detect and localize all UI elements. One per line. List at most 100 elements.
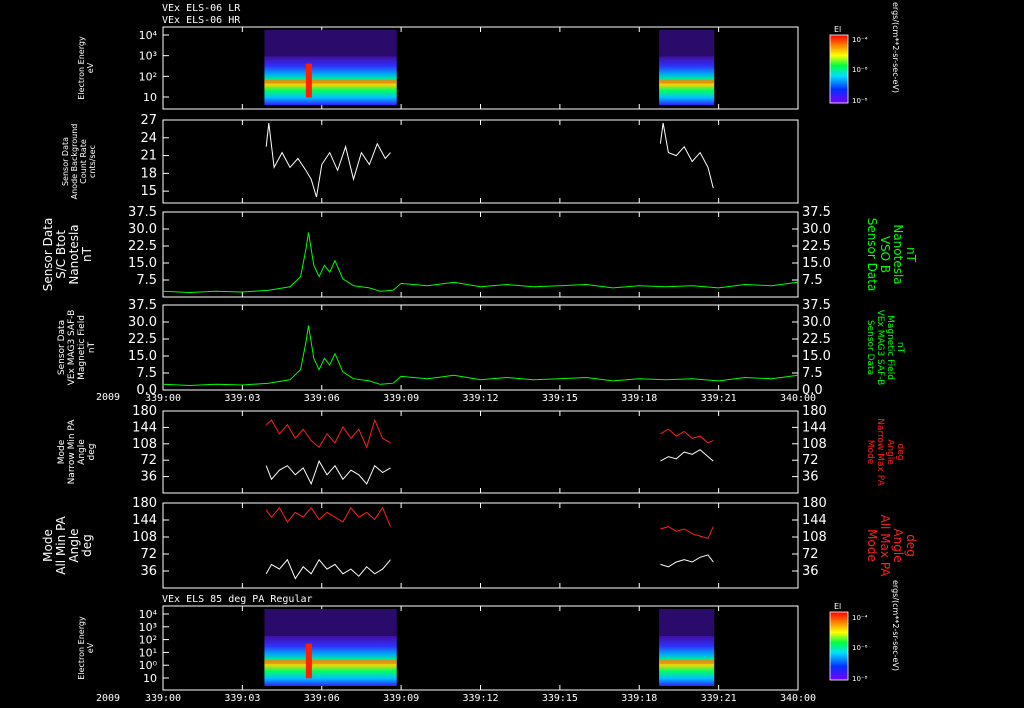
x-tick-label: 339:06 — [304, 393, 340, 404]
y-axis-label-line: deg — [80, 534, 94, 557]
x-tick-label: 339:15 — [542, 393, 578, 404]
y-axis-label-line: All Min PA — [54, 515, 68, 574]
y-tick-label: 72 — [140, 547, 157, 562]
y-tick-label: 18 — [140, 166, 157, 181]
colorbar-top-tick-1: 10⁻⁴ — [852, 36, 868, 44]
y-axis-label-right-line: Sensor Data — [865, 218, 879, 292]
y-axis-label-right-line: Magnetic Field — [885, 315, 895, 380]
y-tick-label: 7.5 — [136, 273, 157, 288]
y-tick-label: 36 — [140, 564, 157, 579]
x-tick-label: 339:21 — [701, 393, 737, 404]
y-tick-label: 72 — [140, 453, 157, 468]
y-tick-label-right: 144 — [802, 513, 827, 528]
y-tick-label: 10² — [139, 634, 157, 647]
y-tick-label: 10³ — [139, 50, 157, 63]
title-bottom: VEx ELS 85 deg PA Regular — [162, 594, 313, 605]
heatmap-peak-band — [264, 79, 397, 84]
y-tick-label-right: 30.0 — [802, 222, 831, 237]
x-tick-label: 339:18 — [621, 393, 657, 404]
x-tick-label: 340:00 — [780, 393, 816, 404]
colorbar-top-gradient — [829, 34, 849, 104]
y-tick-label-right: 30.0 — [802, 315, 831, 330]
y-tick-label: 10⁴ — [139, 608, 158, 621]
y-axis-label-line: Mode — [57, 439, 67, 464]
x-tick-label: 339:18 — [621, 693, 657, 704]
y-tick-label: 180 — [132, 496, 157, 511]
title-hr: VEx ELS-06 HR — [162, 15, 241, 26]
y-axis-label-right-line: nT — [904, 247, 918, 263]
y-tick-label: 30.0 — [128, 315, 157, 330]
y-axis-label-right-line: Angle — [885, 439, 895, 465]
colorbar-top-label: El — [834, 25, 841, 34]
y-tick-label-right: 37.5 — [802, 205, 831, 220]
x-tick-label: 339:00 — [145, 693, 181, 704]
y-tick-label-right: 7.5 — [802, 273, 823, 288]
y-axis-label-line: nT — [80, 246, 94, 262]
x-tick-label: 339:09 — [383, 393, 419, 404]
x-tick-label: 339:12 — [462, 693, 498, 704]
y-axis-label-right-line: deg — [895, 444, 905, 461]
x-tick-label: 339:21 — [701, 693, 737, 704]
heatmap-hot-spot — [305, 63, 312, 98]
y-axis-label-right-line: VSO B — [878, 236, 892, 273]
y-axis-label-right-line: Mode — [865, 440, 875, 465]
y-tick-label: 10¹ — [139, 646, 157, 659]
y-axis-label-line: Angle — [67, 528, 81, 562]
y-axis-label-right-line: Narrow Max PA — [875, 418, 885, 486]
y-tick-label-right: 144 — [802, 420, 827, 435]
heatmap-peak-band — [659, 659, 715, 664]
y-tick-label: 7.5 — [136, 366, 157, 381]
y-axis-label-line: Sensor Data — [61, 137, 70, 186]
y-tick-label-right: 180 — [802, 404, 827, 419]
heatmap-noise-region — [659, 30, 715, 57]
y-tick-label: 37.5 — [128, 298, 157, 313]
y-tick-label-right: 36 — [802, 564, 819, 579]
y-tick-label: 10³ — [139, 621, 157, 634]
y-axis-label-line: Count Rate — [79, 139, 88, 184]
y-axis-label-right-line: Angle — [891, 528, 905, 562]
y-axis-label-line: Electron Energy — [77, 36, 86, 100]
colorbar-bottom-tick-2: 10⁻⁶ — [852, 644, 868, 652]
timeseries-figure: VEx ELS-06 LR VEx ELS-06 HR VEx ELS 85 d… — [0, 0, 1024, 708]
y-tick-label: 108 — [132, 437, 157, 452]
y-axis-label-line: nT — [87, 341, 97, 353]
y-tick-label-right: 22.5 — [802, 332, 831, 347]
y-tick-label: 10 — [143, 91, 157, 104]
x-tick-label: 339:09 — [383, 693, 419, 704]
y-tick-label: 10² — [139, 70, 157, 83]
y-axis-label-line: Angle — [77, 439, 87, 465]
heatmap-noise-region — [659, 609, 715, 636]
heatmap-peak-band — [264, 659, 397, 664]
x-tick-label: 339:03 — [224, 693, 260, 704]
x-tick-label: 340:00 — [780, 693, 816, 704]
x-tick-label: 339:00 — [145, 393, 181, 404]
y-tick-label: 15 — [140, 184, 157, 199]
y-tick-label: 15.0 — [128, 256, 157, 271]
colorbar-top-units: ergs/(cm**2-sr-sec-eV) — [891, 2, 900, 93]
heatmap-hot-spot — [305, 643, 312, 679]
x-tick-label: 339:15 — [542, 693, 578, 704]
y-axis-label-right-line: VEx MAG3 SAF-B — [875, 310, 885, 386]
y-tick-label: 10⁴ — [139, 29, 158, 42]
colorbar-bottom-gradient — [829, 611, 849, 681]
y-axis-label-line: VEx MAG3 SAF-B — [67, 310, 77, 386]
y-tick-label: 15.0 — [128, 349, 157, 364]
y-axis-label-right-line: Mode — [865, 529, 879, 562]
heatmap-noise-region — [264, 30, 397, 57]
y-tick-label: 37.5 — [128, 205, 157, 220]
y-axis-label-right-line: Sensor Data — [865, 320, 875, 375]
colorbar-bottom-tick-1: 10⁻⁴ — [852, 614, 868, 622]
colorbar-bottom-tick-3: 10⁻⁸ — [852, 675, 868, 683]
heatmap-peak-band — [659, 79, 715, 84]
y-axis-label-line: Magnetic Field — [77, 315, 87, 380]
y-axis-label-line: Mode — [41, 529, 55, 562]
y-tick-label: 144 — [132, 513, 157, 528]
x-tick-label: 339:06 — [304, 693, 340, 704]
y-tick-label: 27 — [140, 113, 157, 128]
y-axis-label-line: Nanotesla — [67, 224, 81, 284]
y-tick-label-right: 72 — [802, 547, 819, 562]
y-tick-label-right: 7.5 — [802, 366, 823, 381]
y-tick-label: 30.0 — [128, 222, 157, 237]
x-tick-label: 339:12 — [462, 393, 498, 404]
y-tick-label: 10 — [143, 672, 157, 685]
